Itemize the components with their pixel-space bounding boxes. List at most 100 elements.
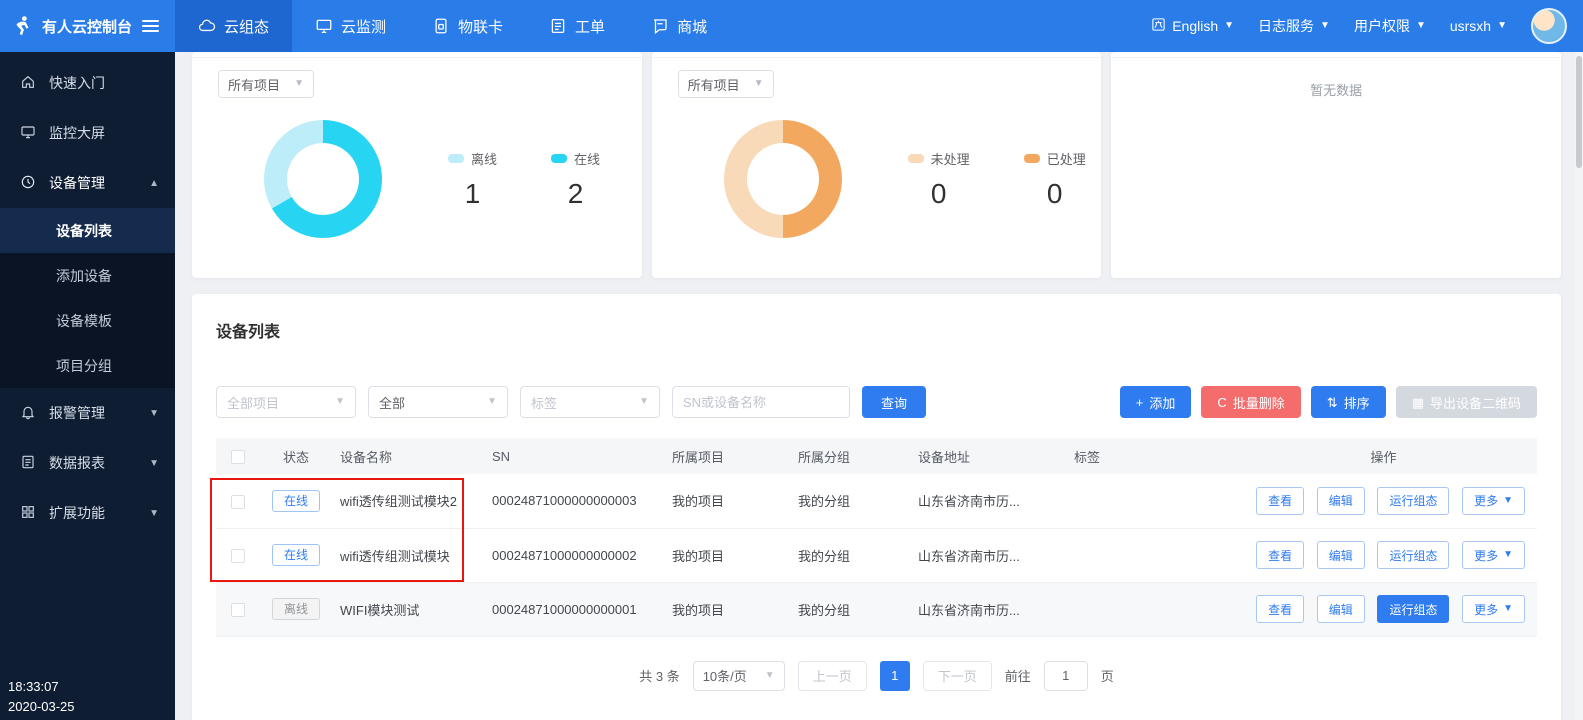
device-name: WIFI模块测试 [332, 582, 484, 636]
table-row: 在线 wifi透传组测试模块 00024871000000000002 我的项目… [216, 528, 1537, 582]
total-count: 共 3 条 [639, 666, 679, 685]
edit-button[interactable]: 编辑 [1317, 541, 1365, 569]
project-filter-select[interactable]: 所有项目 ▼ [218, 70, 314, 98]
online-swatch [551, 154, 567, 163]
sidebar-item-device-template[interactable]: 设备模板 [0, 298, 175, 343]
nav-cloud-scada[interactable]: 云组态 [175, 0, 292, 52]
add-device-button[interactable]: + 添加 [1120, 386, 1192, 418]
device-name: wifi透传组测试模块 [332, 528, 484, 582]
language-switcher[interactable]: English ▼ [1151, 17, 1234, 35]
chevron-down-icon: ▼ [765, 671, 775, 681]
unprocessed-swatch [908, 154, 924, 163]
chevron-down-icon: ▼ [639, 397, 649, 407]
legend-unprocessed: 未处理 0 [908, 149, 970, 210]
processed-count: 0 [1047, 178, 1063, 210]
view-button[interactable]: 查看 [1256, 487, 1304, 515]
current-time: 18:33:07 [8, 677, 75, 697]
device-group: 我的分组 [790, 582, 910, 636]
current-page-button[interactable]: 1 [880, 661, 910, 691]
export-qr-button[interactable]: ▦ 导出设备二维码 [1396, 386, 1537, 418]
device-list-card: 设备列表 全部项目 ▼ 全部 ▼ 标签 ▼ 查询 + 添加 [192, 294, 1561, 720]
device-table: 状态 设备名称 SN 所属项目 所属分组 设备地址 标签 操作 在线 wifi [216, 438, 1537, 637]
nav-cloud-monitor[interactable]: 云监测 [292, 0, 409, 52]
table-header-row: 状态 设备名称 SN 所属项目 所属分组 设备地址 标签 操作 [216, 438, 1537, 474]
sidebar-item-extensions[interactable]: 扩展功能 ▼ [0, 488, 175, 538]
query-button[interactable]: 查询 [862, 386, 926, 418]
chevron-down-icon: ▼ [1497, 21, 1507, 31]
sidebar-item-quick-start[interactable]: 快速入门 [0, 58, 175, 108]
no-data-text: 暂无数据 [1111, 80, 1561, 99]
legend-online: 在线 2 [551, 149, 600, 210]
nav-work-order[interactable]: 工单 [526, 0, 628, 52]
sidebar-item-alarm-management[interactable]: 报警管理 ▼ [0, 388, 175, 438]
next-page-button[interactable]: 下一页 [923, 661, 992, 691]
more-button[interactable]: 更多▼ [1462, 595, 1525, 623]
screen-icon [20, 124, 36, 143]
empty-data-card: 暂无数据 [1111, 52, 1561, 278]
nav-mall[interactable]: 商城 [628, 0, 730, 52]
more-button[interactable]: 更多▼ [1462, 541, 1525, 569]
row-checkbox[interactable] [231, 495, 245, 509]
device-project: 我的项目 [664, 582, 790, 636]
run-scada-button[interactable]: 运行组态 [1377, 541, 1449, 569]
sidebar-item-monitor-screen[interactable]: 监控大屏 [0, 108, 175, 158]
sidebar-item-project-group[interactable]: 项目分组 [0, 343, 175, 388]
prev-page-button[interactable]: 上一页 [798, 661, 867, 691]
status-select[interactable]: 全部 ▼ [368, 386, 508, 418]
view-button[interactable]: 查看 [1256, 595, 1304, 623]
sidebar-item-data-report[interactable]: 数据报表 ▼ [0, 438, 175, 488]
scrollbar-track[interactable] [1575, 52, 1583, 720]
chevron-down-icon: ▼ [1503, 604, 1513, 614]
view-button[interactable]: 查看 [1256, 541, 1304, 569]
chevron-down-icon: ▼ [1320, 21, 1330, 31]
device-table-wrap: 状态 设备名称 SN 所属项目 所属分组 设备地址 标签 操作 在线 wifi [216, 438, 1537, 637]
menu-toggle-icon[interactable] [142, 20, 159, 32]
row-checkbox[interactable] [231, 549, 245, 563]
batch-delete-button[interactable]: C 批量删除 [1201, 386, 1300, 418]
goto-suffix: 页 [1101, 666, 1114, 685]
device-group: 我的分组 [790, 474, 910, 528]
chevron-down-icon: ▼ [1224, 21, 1234, 31]
project-filter-select[interactable]: 所有项目 ▼ [678, 70, 774, 98]
mall-icon [651, 17, 669, 35]
work-order-icon [549, 17, 567, 35]
status-badge: 在线 [272, 544, 320, 566]
run-scada-button[interactable]: 运行组态 [1377, 595, 1449, 623]
cloud-icon [198, 17, 216, 35]
search-input[interactable] [683, 395, 839, 410]
device-tag [1066, 474, 1230, 528]
chevron-down-icon: ▼ [149, 408, 159, 419]
user-menu[interactable]: usrsxh ▼ [1450, 18, 1507, 34]
edit-button[interactable]: 编辑 [1317, 487, 1365, 515]
device-tag [1066, 528, 1230, 582]
home-icon [20, 74, 36, 93]
log-service-menu[interactable]: 日志服务 ▼ [1258, 16, 1330, 36]
filter-toolbar: 全部项目 ▼ 全部 ▼ 标签 ▼ 查询 + 添加 C [216, 386, 1537, 418]
page-size-select[interactable]: 10条/页 ▼ [693, 661, 785, 691]
sidebar-item-device-management[interactable]: 设备管理 ▲ [0, 158, 175, 208]
summary-cards: 所有项目 ▼ 离线 1 在线 [192, 52, 1561, 278]
chevron-down-icon: ▼ [754, 79, 764, 89]
search-input-wrap [672, 386, 850, 418]
nav-iot-card[interactable]: 物联卡 [409, 0, 526, 52]
chevron-up-icon: ▲ [149, 178, 159, 189]
topbar-right: English ▼ 日志服务 ▼ 用户权限 ▼ usrsxh ▼ [1151, 8, 1583, 44]
edit-button[interactable]: 编辑 [1317, 595, 1365, 623]
goto-page-input[interactable] [1044, 661, 1088, 691]
select-all-checkbox[interactable] [231, 450, 245, 464]
project-select[interactable]: 全部项目 ▼ [216, 386, 356, 418]
chevron-down-icon: ▼ [1503, 496, 1513, 506]
sidebar-item-device-list[interactable]: 设备列表 [0, 208, 175, 253]
more-button[interactable]: 更多▼ [1462, 487, 1525, 515]
row-checkbox[interactable] [231, 603, 245, 617]
scrollbar-thumb[interactable] [1576, 56, 1582, 168]
user-permission-menu[interactable]: 用户权限 ▼ [1354, 16, 1426, 36]
run-scada-button[interactable]: 运行组态 [1377, 487, 1449, 515]
sort-button[interactable]: ⇅ 排序 [1311, 386, 1386, 418]
status-badge: 离线 [272, 598, 320, 620]
sidebar-item-add-device[interactable]: 添加设备 [0, 253, 175, 298]
offline-count: 1 [465, 178, 481, 210]
device-project: 我的项目 [664, 474, 790, 528]
tag-select[interactable]: 标签 ▼ [520, 386, 660, 418]
user-avatar[interactable] [1531, 8, 1567, 44]
